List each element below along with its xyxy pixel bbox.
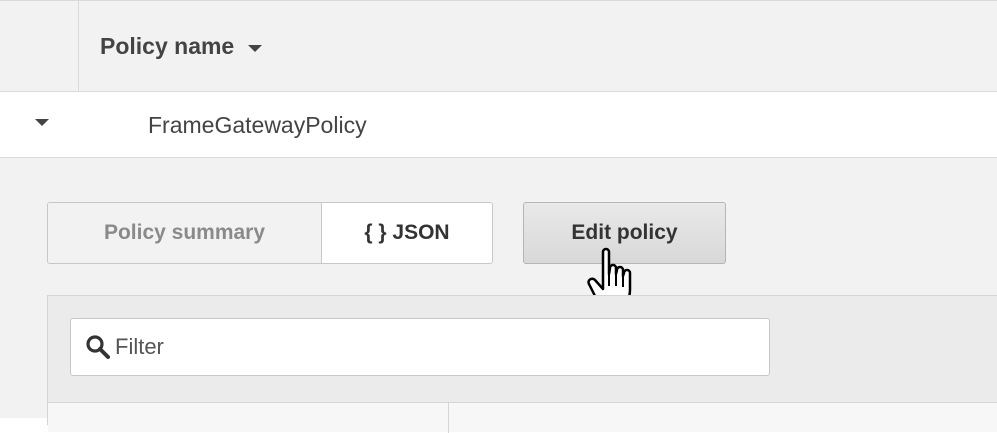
summary-table-header [48,402,997,433]
search-icon [86,335,110,359]
view-toggle-group: Policy summary { } JSON [47,202,493,264]
filter-input[interactable]: Filter [70,318,770,376]
chevron-down-icon[interactable] [248,44,263,52]
policy-name-column-header[interactable]: Policy name [100,33,263,60]
tab-json[interactable]: { } JSON [322,203,492,263]
table-header-row: Policy name [0,0,997,92]
policy-details-panel: Policy summary { } JSON Edit policy Filt… [0,158,997,433]
policy-summary-box: Filter [47,295,997,433]
column-header-label: Policy name [100,33,235,59]
header-select-column [0,1,79,91]
tab-policy-summary[interactable]: Policy summary [48,203,322,263]
expand-caret-icon[interactable] [35,119,49,126]
policy-name[interactable]: FrameGatewayPolicy [148,112,367,139]
filter-placeholder: Filter [115,334,164,359]
policy-row[interactable]: FrameGatewayPolicy [0,92,997,158]
column-divider [448,403,449,433]
